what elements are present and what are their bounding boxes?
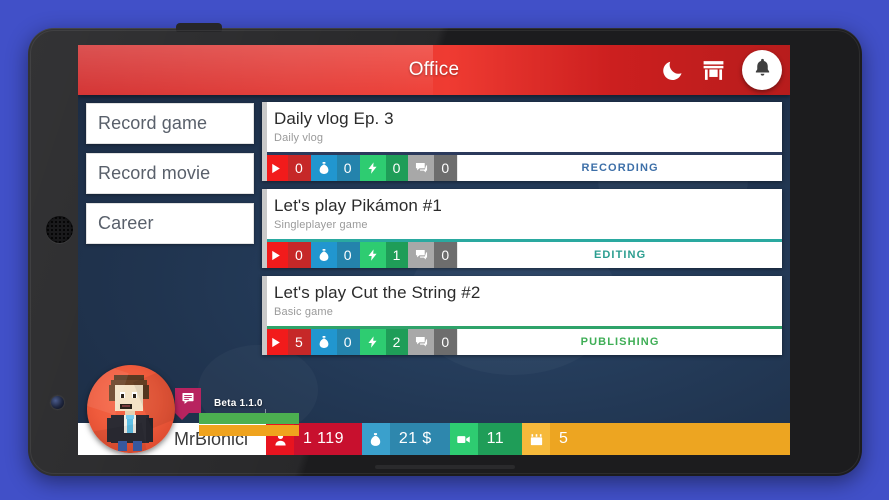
stat-money: 0: [310, 329, 360, 355]
bolt-icon: [359, 242, 386, 268]
task-card[interactable]: Let's play Pikámon #1 Singleplayer game …: [262, 189, 782, 268]
comment-icon: [408, 242, 435, 268]
avatar[interactable]: [87, 365, 175, 453]
left-menu: Record game Record movie Career: [86, 103, 254, 253]
task-subtitle: Basic game: [274, 306, 333, 318]
task-subtitle: Singleplayer game: [274, 219, 368, 231]
task-status-badge[interactable]: PUBLISHING: [457, 329, 782, 355]
notifications-button[interactable]: [742, 50, 782, 90]
task-status-badge[interactable]: EDITING: [457, 242, 782, 268]
money-bag-icon: [310, 155, 337, 181]
stat-value: 0: [441, 160, 450, 176]
menu-item-career[interactable]: Career: [86, 203, 254, 244]
task-header: Let's play Cut the String #2 Basic game: [262, 276, 782, 326]
stat-value: 1: [392, 247, 401, 263]
moon-icon[interactable]: [660, 57, 686, 83]
stat-energy: 1: [359, 242, 409, 268]
earpiece-speaker-icon: [46, 216, 73, 243]
books-decoration: [199, 413, 299, 437]
task-stats: 5 0 2 0 PUBLISHING: [262, 329, 782, 355]
stat-views: 0: [262, 242, 311, 268]
menu-item-label: Record game: [98, 113, 208, 133]
comment-icon: [408, 329, 435, 355]
task-title: Let's play Pikámon #1: [274, 196, 442, 215]
task-accent-bar: [262, 102, 267, 181]
bolt-icon: [359, 329, 386, 355]
stat-energy: 2: [359, 329, 409, 355]
resource-value: 11: [486, 430, 505, 447]
money-bag-icon: [310, 242, 337, 268]
calendar-icon: [522, 423, 551, 455]
app-bar: Office: [78, 45, 790, 95]
stat-views: 5: [262, 329, 311, 355]
phone-frame: Office Record game Record movie Career D…: [28, 23, 862, 476]
stat-comments: 0: [408, 329, 458, 355]
stat-money: 0: [310, 242, 360, 268]
messages-button[interactable]: [175, 388, 201, 420]
stat-value: 0: [343, 160, 352, 176]
bottom-speaker-grille: [375, 465, 515, 469]
phone-top-nub: [176, 23, 222, 32]
book-green: [199, 413, 299, 424]
task-list: Daily vlog Ep. 3 Daily vlog 0 0 0 0 RECO…: [262, 102, 782, 363]
task-header: Daily vlog Ep. 3 Daily vlog: [262, 102, 782, 152]
menu-item-record-movie[interactable]: Record movie: [86, 153, 254, 194]
task-stats: 0 0: [262, 155, 782, 181]
menu-item-record-game[interactable]: Record game: [86, 103, 254, 144]
comment-icon: [408, 155, 435, 181]
bell-icon: [752, 57, 773, 83]
resource-days[interactable]: 5: [522, 423, 790, 455]
stat-value: 0: [343, 247, 352, 263]
app-bar-actions: [660, 45, 782, 95]
message-icon: [181, 391, 195, 410]
bolt-icon: [359, 155, 386, 181]
money-bag-icon: [361, 423, 390, 455]
task-accent-bar: [262, 189, 267, 268]
bottom-hud: MrBionicl 1 119 21 $ 11 5: [78, 409, 790, 455]
stat-value: 0: [441, 247, 450, 263]
stat-energy: 0: [359, 155, 409, 181]
stat-value: 0: [295, 247, 303, 263]
task-status-badge[interactable]: RECORDING: [457, 155, 782, 181]
stat-value: 5: [295, 334, 303, 350]
stat-value: 2: [392, 334, 401, 350]
stat-money: 0: [310, 155, 360, 181]
task-card[interactable]: Daily vlog Ep. 3 Daily vlog 0 0 0 0 RECO…: [262, 102, 782, 181]
stat-comments: 0: [408, 242, 458, 268]
phone-screen: Office Record game Record movie Career D…: [78, 45, 790, 455]
task-header: Let's play Pikámon #1 Singleplayer game: [262, 189, 782, 239]
resource-value: 5: [559, 430, 569, 447]
stat-value: 0: [295, 160, 303, 176]
resource-money[interactable]: 21 $: [361, 423, 450, 455]
menu-item-label: Career: [98, 213, 154, 233]
task-stats: 0 0: [262, 242, 782, 268]
resource-videos[interactable]: 11: [449, 423, 523, 455]
task-accent-bar: [262, 276, 267, 355]
stat-value: 0: [441, 334, 450, 350]
book-orange: [199, 425, 299, 436]
front-camera-icon: [51, 396, 64, 409]
resource-value: 21 $: [398, 430, 432, 447]
menu-item-label: Record movie: [98, 163, 211, 183]
task-title: Let's play Cut the String #2: [274, 283, 481, 302]
store-icon[interactable]: [700, 57, 726, 83]
stat-comments: 0: [408, 155, 458, 181]
stat-value: 0: [392, 160, 401, 176]
task-card[interactable]: Let's play Cut the String #2 Basic game …: [262, 276, 782, 355]
task-subtitle: Daily vlog: [274, 132, 324, 144]
video-camera-icon: [449, 423, 478, 455]
version-label: Beta 1.1.0: [214, 398, 263, 409]
task-title: Daily vlog Ep. 3: [274, 109, 394, 128]
stat-views: 0: [262, 155, 311, 181]
money-bag-icon: [310, 329, 337, 355]
stat-value: 0: [343, 334, 352, 350]
resource-value: 1 119: [303, 430, 344, 447]
